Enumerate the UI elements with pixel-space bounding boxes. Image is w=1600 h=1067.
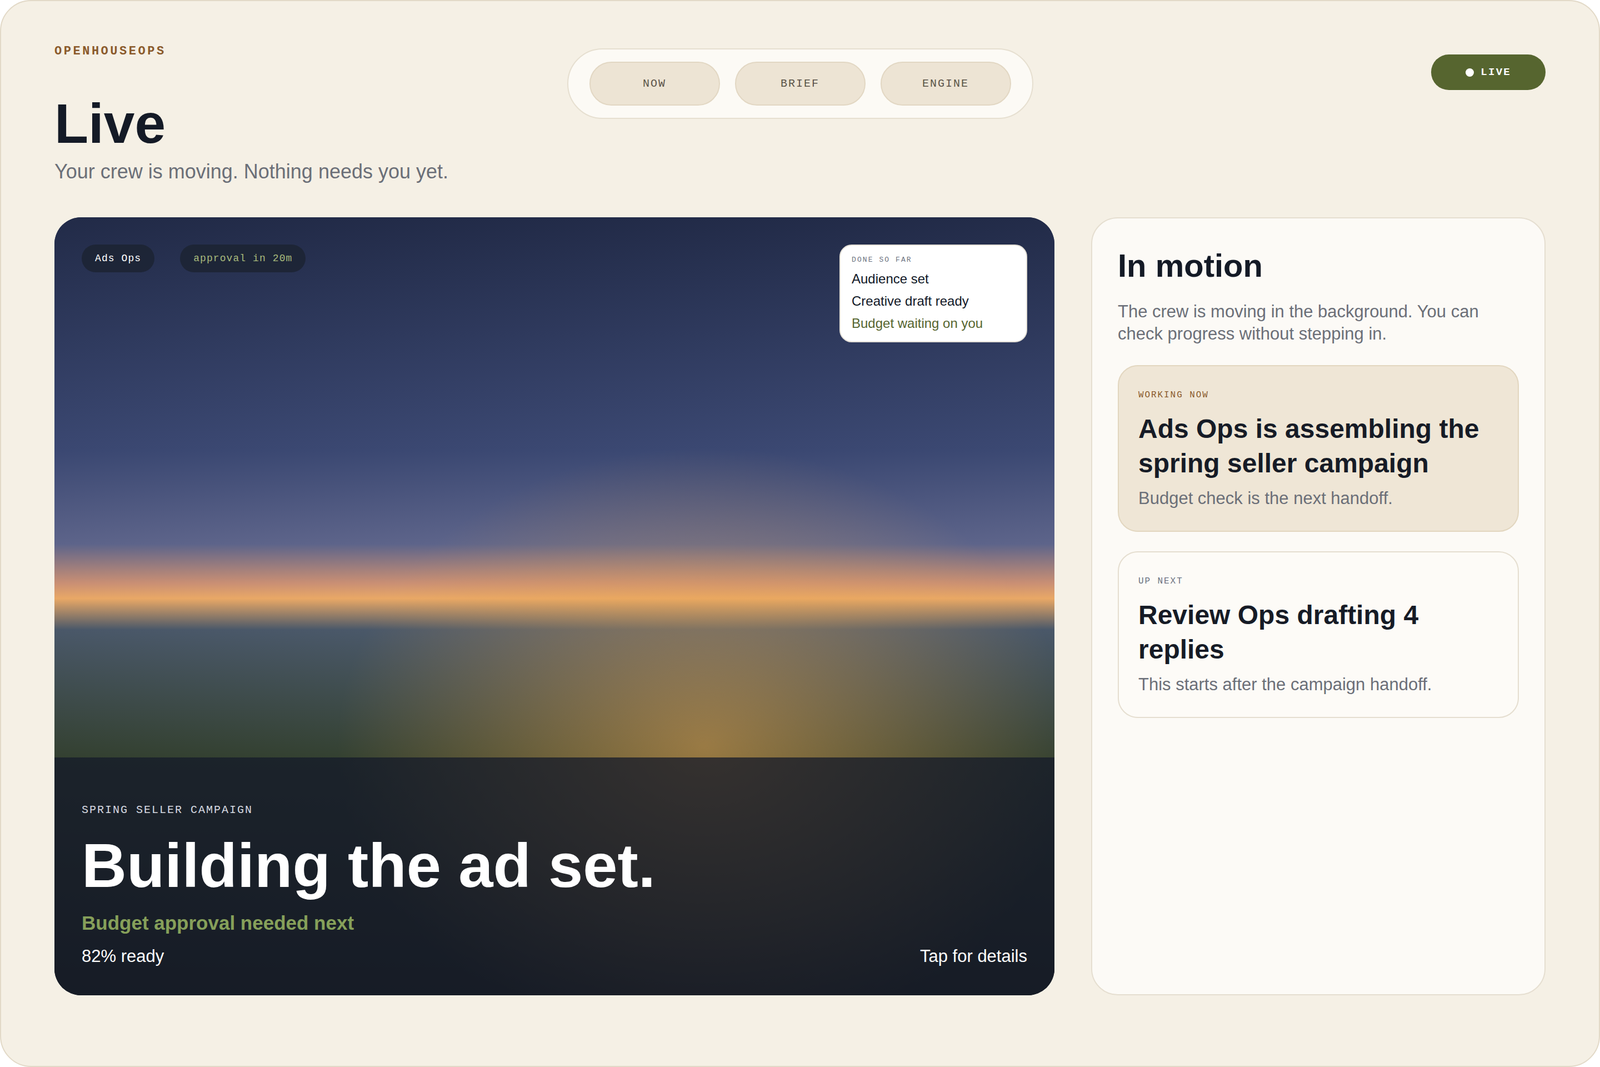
live-label: LIVE <box>1480 64 1512 81</box>
hero-tag: Ads Ops <box>81 244 155 273</box>
done-card-title: DONE SO FAR <box>851 254 1015 266</box>
nav-tab[interactable]: BRIEF <box>735 61 866 106</box>
nav-tab[interactable]: ENGINE <box>880 61 1012 106</box>
hero-eyebrow: SPRING SELLER CAMPAIGN <box>81 801 1028 819</box>
nav-tab[interactable]: NOW <box>589 61 720 106</box>
card-note: Budget check is the next handoff. <box>1138 487 1499 510</box>
done-item: Budget waiting on you <box>851 312 1015 335</box>
hero-card[interactable]: Ads Ops approval in 20m DONE SO FAR Audie… <box>54 217 1055 995</box>
card-title: Ads Ops is assembling the spring seller … <box>1138 411 1499 481</box>
motion-card[interactable]: UP NEXT Review Ops drafting 4 replies This… <box>1117 551 1519 718</box>
header: OPENHOUSEOPS Live Your crew is moving. N… <box>54 44 1546 184</box>
app-frame: OPENHOUSEOPS Live Your crew is moving. N… <box>0 0 1600 1067</box>
card-title: Review Ops drafting 4 replies <box>1138 597 1499 667</box>
panel-description: The crew is moving in the background. Yo… <box>1117 300 1519 345</box>
done-item: Creative draft ready <box>851 290 1015 313</box>
page-title: Live <box>54 95 568 152</box>
hero-top: Ads Ops approval in 20m DONE SO FAR Audie… <box>81 244 1028 343</box>
done-card: DONE SO FAR Audience setCreative draft r… <box>839 244 1028 343</box>
motion-panel: In motion The crew is moving in the back… <box>1091 217 1546 995</box>
nav-tabs: NOW BRIEF ENGINE <box>567 48 1034 119</box>
page-subtitle: Your crew is moving. Nothing needs you y… <box>54 159 568 184</box>
card-label: UP NEXT <box>1138 574 1499 588</box>
brand-logo[interactable]: OPENHOUSEOPS <box>54 44 568 59</box>
hero-bottom: SPRING SELLER CAMPAIGN Building the ad s… <box>81 801 1028 968</box>
hero-title: Building the ad set. <box>81 832 1028 899</box>
live-badge: LIVE <box>1431 54 1546 90</box>
motion-card[interactable]: WORKING NOW Ads Ops is assembling the spr… <box>1117 365 1519 532</box>
live-dot-icon <box>1465 68 1474 77</box>
hero-tag: approval in 20m <box>180 244 306 273</box>
done-list: Audience setCreative draft readyBudget w… <box>851 267 1015 335</box>
hero-content: Ads Ops approval in 20m DONE SO FAR Audie… <box>54 217 1055 995</box>
card-label: WORKING NOW <box>1138 388 1499 402</box>
hero-details-link[interactable]: Tap for details <box>920 945 1028 968</box>
card-note: This starts after the campaign handoff. <box>1138 673 1499 696</box>
header-left: OPENHOUSEOPS Live Your crew is moving. N… <box>54 44 568 184</box>
motion-cards: WORKING NOW Ads Ops is assembling the spr… <box>1117 365 1519 718</box>
panel-title: In motion <box>1117 246 1519 285</box>
hero-next: Budget approval needed next <box>81 910 1028 935</box>
done-item: Audience set <box>851 267 1015 290</box>
hero-footer: 82% ready Tap for details <box>81 945 1028 968</box>
hero-tags: Ads Ops approval in 20m <box>81 244 306 273</box>
main: Ads Ops approval in 20m DONE SO FAR Audie… <box>54 217 1546 995</box>
hero-progress: 82% ready <box>81 945 164 968</box>
